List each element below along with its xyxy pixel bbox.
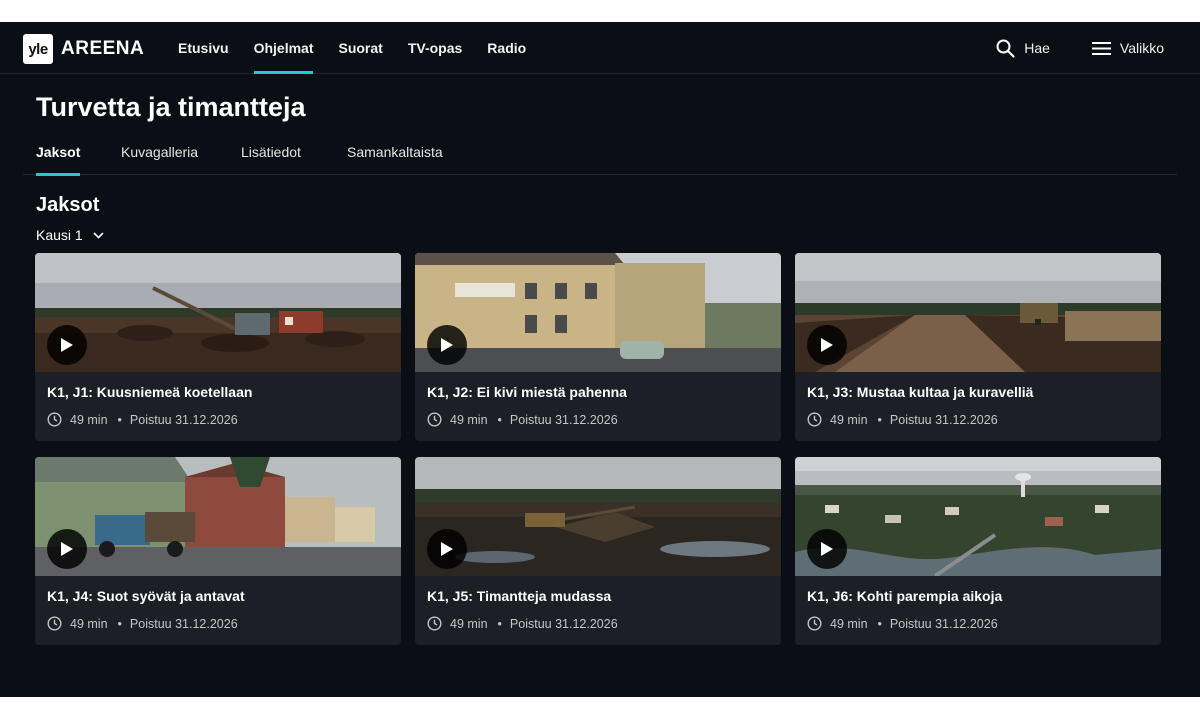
search-button[interactable]: Hae [996,39,1050,58]
episode-title: K1, J1: Kuusniemeä koetellaan [47,384,253,400]
separator-dot: • [497,412,502,427]
episode-title: K1, J6: Kohti parempia aikoja [807,588,1003,604]
separator-dot: • [117,412,122,427]
episode-expiry: Poistuu 31.12.2026 [889,616,998,631]
episode-duration: 49 min [450,616,488,631]
episode-card[interactable]: K1, J4: Suot syövät ja antavat 49 min • … [35,457,401,645]
page-title: Turvetta ja timantteja [36,92,306,122]
tab-jaksot[interactable]: Jaksot [36,132,81,176]
clock-icon [47,412,62,427]
tab-lisatiedot[interactable]: Lisätiedot [241,132,301,175]
header-actions: Hae Valikko [996,22,1164,74]
tab-kuvagalleria[interactable]: Kuvagalleria [121,132,198,175]
episode-title: K1, J2: Ei kivi miestä pahenna [427,384,627,400]
areena-app: yle AREENA Etusivu Ohjelmat Suorat TV-op… [0,22,1200,697]
nav-suorat[interactable]: Suorat [338,22,382,74]
program-tabs: Jaksot Kuvagalleria Lisätiedot Samankalt… [23,132,1177,176]
separator-dot: • [117,616,122,631]
episode-card[interactable]: K1, J2: Ei kivi miestä pahenna 49 min • … [415,253,781,441]
clock-icon [427,616,442,631]
episode-title: K1, J5: Timantteja mudassa [427,588,612,604]
episode-duration: 49 min [70,412,108,427]
top-navigation-bar: yle AREENA Etusivu Ohjelmat Suorat TV-op… [0,22,1200,74]
episode-thumbnail [35,457,401,576]
episode-expiry: Poistuu 31.12.2026 [129,616,238,631]
episode-duration: 49 min [830,616,868,631]
clock-icon [47,616,62,631]
play-button[interactable] [427,529,467,569]
episode-thumbnail [415,457,781,576]
episode-card[interactable]: K1, J5: Timantteja mudassa 49 min • Pois… [415,457,781,645]
episode-thumbnail [415,253,781,372]
play-button[interactable] [807,325,847,365]
clock-icon [807,412,822,427]
play-icon [61,542,73,556]
episode-thumbnail [35,253,401,372]
episode-meta: 49 min • Poistuu 31.12.2026 [427,616,618,631]
episode-title: K1, J4: Suot syövät ja antavat [47,588,245,604]
episode-card[interactable]: K1, J1: Kuusniemeä koetellaan 49 min • P… [35,253,401,441]
episode-meta: 49 min • Poistuu 31.12.2026 [427,412,618,427]
search-icon [996,39,1015,58]
play-icon [441,542,453,556]
clock-icon [427,412,442,427]
yle-logo-mark: yle [23,34,53,64]
play-icon [821,542,833,556]
nav-ohjelmat[interactable]: Ohjelmat [253,22,313,74]
episode-card[interactable]: K1, J6: Kohti parempia aikoja 49 min • P… [795,457,1161,645]
search-label: Hae [1024,40,1050,56]
nav-radio[interactable]: Radio [487,22,526,74]
nav-etusivu[interactable]: Etusivu [178,22,229,74]
main-nav: Etusivu Ohjelmat Suorat TV-opas Radio [178,22,551,74]
episode-meta: 49 min • Poistuu 31.12.2026 [47,616,238,631]
episode-expiry: Poistuu 31.12.2026 [509,616,618,631]
episode-duration: 49 min [70,616,108,631]
episode-expiry: Poistuu 31.12.2026 [509,412,618,427]
episode-expiry: Poistuu 31.12.2026 [129,412,238,427]
play-icon [61,338,73,352]
episode-duration: 49 min [830,412,868,427]
play-button[interactable] [47,325,87,365]
episode-meta: 49 min • Poistuu 31.12.2026 [47,412,238,427]
episode-card[interactable]: K1, J3: Mustaa kultaa ja kuravelliä 49 m… [795,253,1161,441]
chevron-down-icon [93,231,104,239]
tab-samankaltaista[interactable]: Samankaltaista [347,132,443,175]
episode-duration: 49 min [450,412,488,427]
play-button[interactable] [807,529,847,569]
separator-dot: • [497,616,502,631]
separator-dot: • [877,412,882,427]
clock-icon [807,616,822,631]
areena-wordmark: AREENA [61,38,145,59]
play-icon [821,338,833,352]
hamburger-menu-icon [1091,41,1111,56]
episodes-section-title: Jaksot [36,194,100,216]
episode-expiry: Poistuu 31.12.2026 [889,412,998,427]
episode-title: K1, J3: Mustaa kultaa ja kuravelliä [807,384,1034,400]
episode-thumbnail [795,457,1161,576]
separator-dot: • [877,616,882,631]
episode-thumbnail [795,253,1161,372]
play-button[interactable] [47,529,87,569]
nav-tv-opas[interactable]: TV-opas [408,22,462,74]
yle-areena-logo[interactable]: yle AREENA [23,34,144,64]
play-icon [441,338,453,352]
play-button[interactable] [427,325,467,365]
episode-meta: 49 min • Poistuu 31.12.2026 [807,616,998,631]
episode-meta: 49 min • Poistuu 31.12.2026 [807,412,998,427]
menu-label: Valikko [1119,40,1164,56]
season-label: Kausi 1 [36,227,83,243]
menu-button[interactable]: Valikko [1091,40,1164,56]
season-selector[interactable]: Kausi 1 [36,227,104,243]
